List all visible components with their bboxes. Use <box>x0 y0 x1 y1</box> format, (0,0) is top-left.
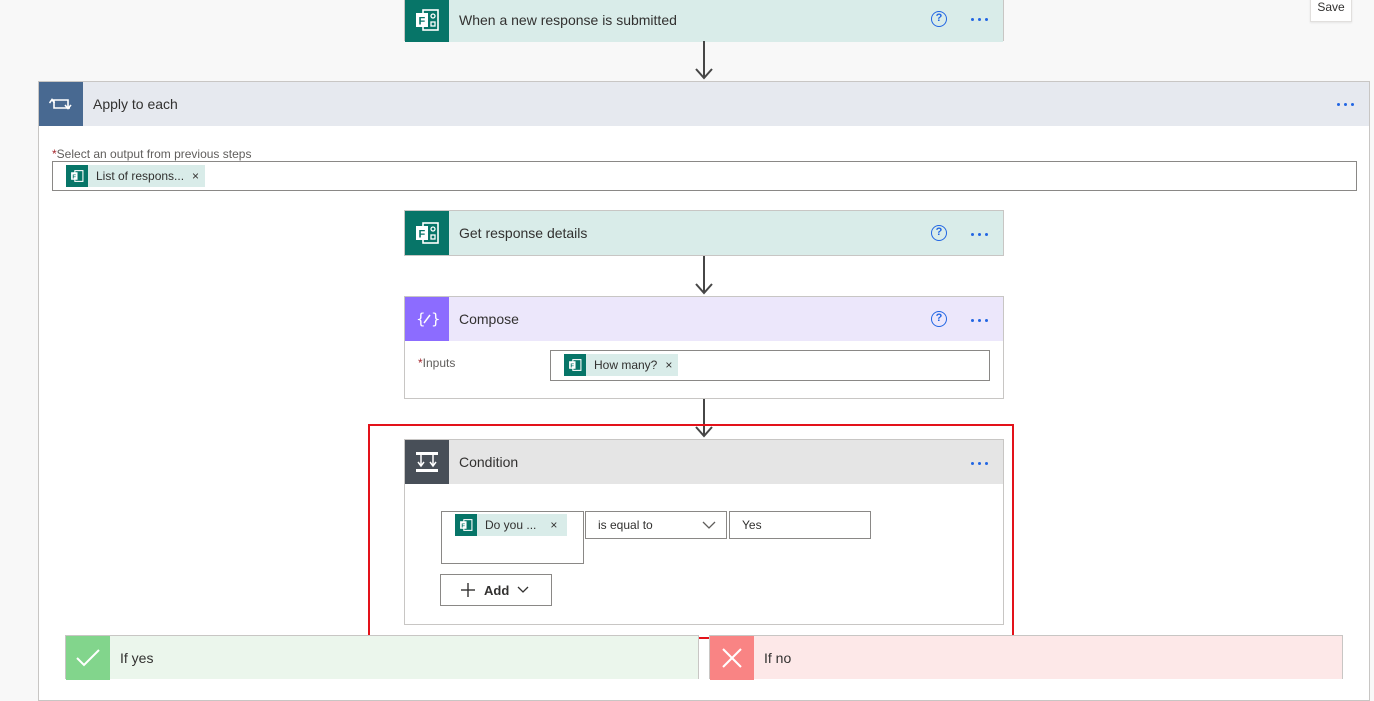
more-options-icon[interactable] <box>1337 99 1354 109</box>
flow-arrow <box>694 399 714 439</box>
flow-arrow <box>694 41 714 81</box>
dynamic-content-token[interactable]: F How many? × <box>564 354 679 376</box>
checkmark-icon <box>66 635 110 680</box>
forms-icon: F <box>405 211 449 255</box>
compose-title: Compose <box>459 311 519 327</box>
remove-token-icon[interactable]: × <box>550 518 557 532</box>
condition-card[interactable]: Condition F Do you ... × is equal to Yes… <box>404 439 1004 625</box>
help-icon[interactable]: ? <box>931 11 947 27</box>
save-button-label: Save <box>1317 0 1345 14</box>
dynamic-content-token[interactable]: F Do you ... × <box>455 514 568 536</box>
more-options-icon[interactable] <box>971 315 988 325</box>
forms-icon: F <box>66 165 88 187</box>
forms-icon: F <box>455 514 477 536</box>
svg-text:F: F <box>570 363 574 369</box>
forms-icon: F <box>405 0 449 42</box>
more-options-icon[interactable] <box>971 14 988 24</box>
condition-title: Condition <box>459 454 519 470</box>
chevron-down-icon <box>702 521 716 529</box>
inputs-field[interactable]: F How many? × <box>550 350 990 381</box>
svg-text:F: F <box>419 15 426 27</box>
inputs-label: *Inputs <box>418 356 456 370</box>
if-yes-label: If yes <box>120 649 154 666</box>
svg-text:F: F <box>461 523 465 529</box>
plus-icon <box>461 583 475 597</box>
compose-header[interactable]: { } Compose <box>405 297 1003 341</box>
compose-card[interactable]: { } Compose ? *Inputs F How many? × <box>404 296 1004 399</box>
get-response-header[interactable]: F Get response details <box>405 211 1003 255</box>
condition-icon <box>405 440 449 484</box>
trigger-header[interactable]: F When a new response is submitted <box>405 0 1003 42</box>
select-output-label: *Select an output from previous steps <box>52 147 252 161</box>
condition-value: Yes <box>742 518 762 532</box>
remove-token-icon[interactable]: × <box>192 169 199 183</box>
operator-value: is equal to <box>598 518 653 532</box>
apply-to-each-header[interactable]: Apply to each <box>39 82 1369 126</box>
remove-token-icon[interactable]: × <box>665 358 672 372</box>
token-label: List of respons... <box>96 169 185 183</box>
svg-text:}: } <box>431 310 439 328</box>
save-button[interactable]: Save <box>1310 0 1352 22</box>
condition-left-operand[interactable]: F Do you ... × <box>441 511 584 564</box>
get-response-title: Get response details <box>459 225 588 241</box>
if-no-branch[interactable]: If no <box>709 635 1343 680</box>
svg-text:{: { <box>416 310 426 328</box>
svg-text:F: F <box>72 174 76 180</box>
get-response-details-card[interactable]: F Get response details ? <box>404 210 1004 256</box>
condition-header[interactable]: Condition <box>405 440 1003 484</box>
trigger-title: When a new response is submitted <box>459 11 677 28</box>
x-mark-icon <box>710 635 754 680</box>
dynamic-content-token[interactable]: F List of respons... × <box>66 165 206 187</box>
token-label: How many? <box>594 358 658 372</box>
svg-text:F: F <box>419 229 426 241</box>
if-no-label: If no <box>764 649 792 666</box>
trigger-card[interactable]: F When a new response is submitted ? <box>404 0 1004 42</box>
add-button[interactable]: Add <box>440 574 552 606</box>
if-yes-branch[interactable]: If yes <box>65 635 699 680</box>
chevron-down-icon <box>517 586 529 593</box>
apply-to-each-title: Apply to each <box>93 96 178 112</box>
more-options-icon[interactable] <box>971 229 988 239</box>
add-button-label: Add <box>484 582 510 598</box>
more-options-icon[interactable] <box>971 458 988 468</box>
help-icon[interactable]: ? <box>931 311 947 327</box>
select-output-field[interactable]: F List of respons... × <box>52 161 1357 191</box>
help-icon[interactable]: ? <box>931 225 947 241</box>
operator-dropdown[interactable]: is equal to <box>585 511 727 539</box>
condition-value-input[interactable]: Yes <box>729 511 871 539</box>
forms-icon: F <box>564 354 586 376</box>
compose-icon: { } <box>405 297 449 341</box>
flow-arrow <box>694 256 714 296</box>
token-label: Do you ... <box>485 518 537 532</box>
loop-icon <box>39 82 83 126</box>
